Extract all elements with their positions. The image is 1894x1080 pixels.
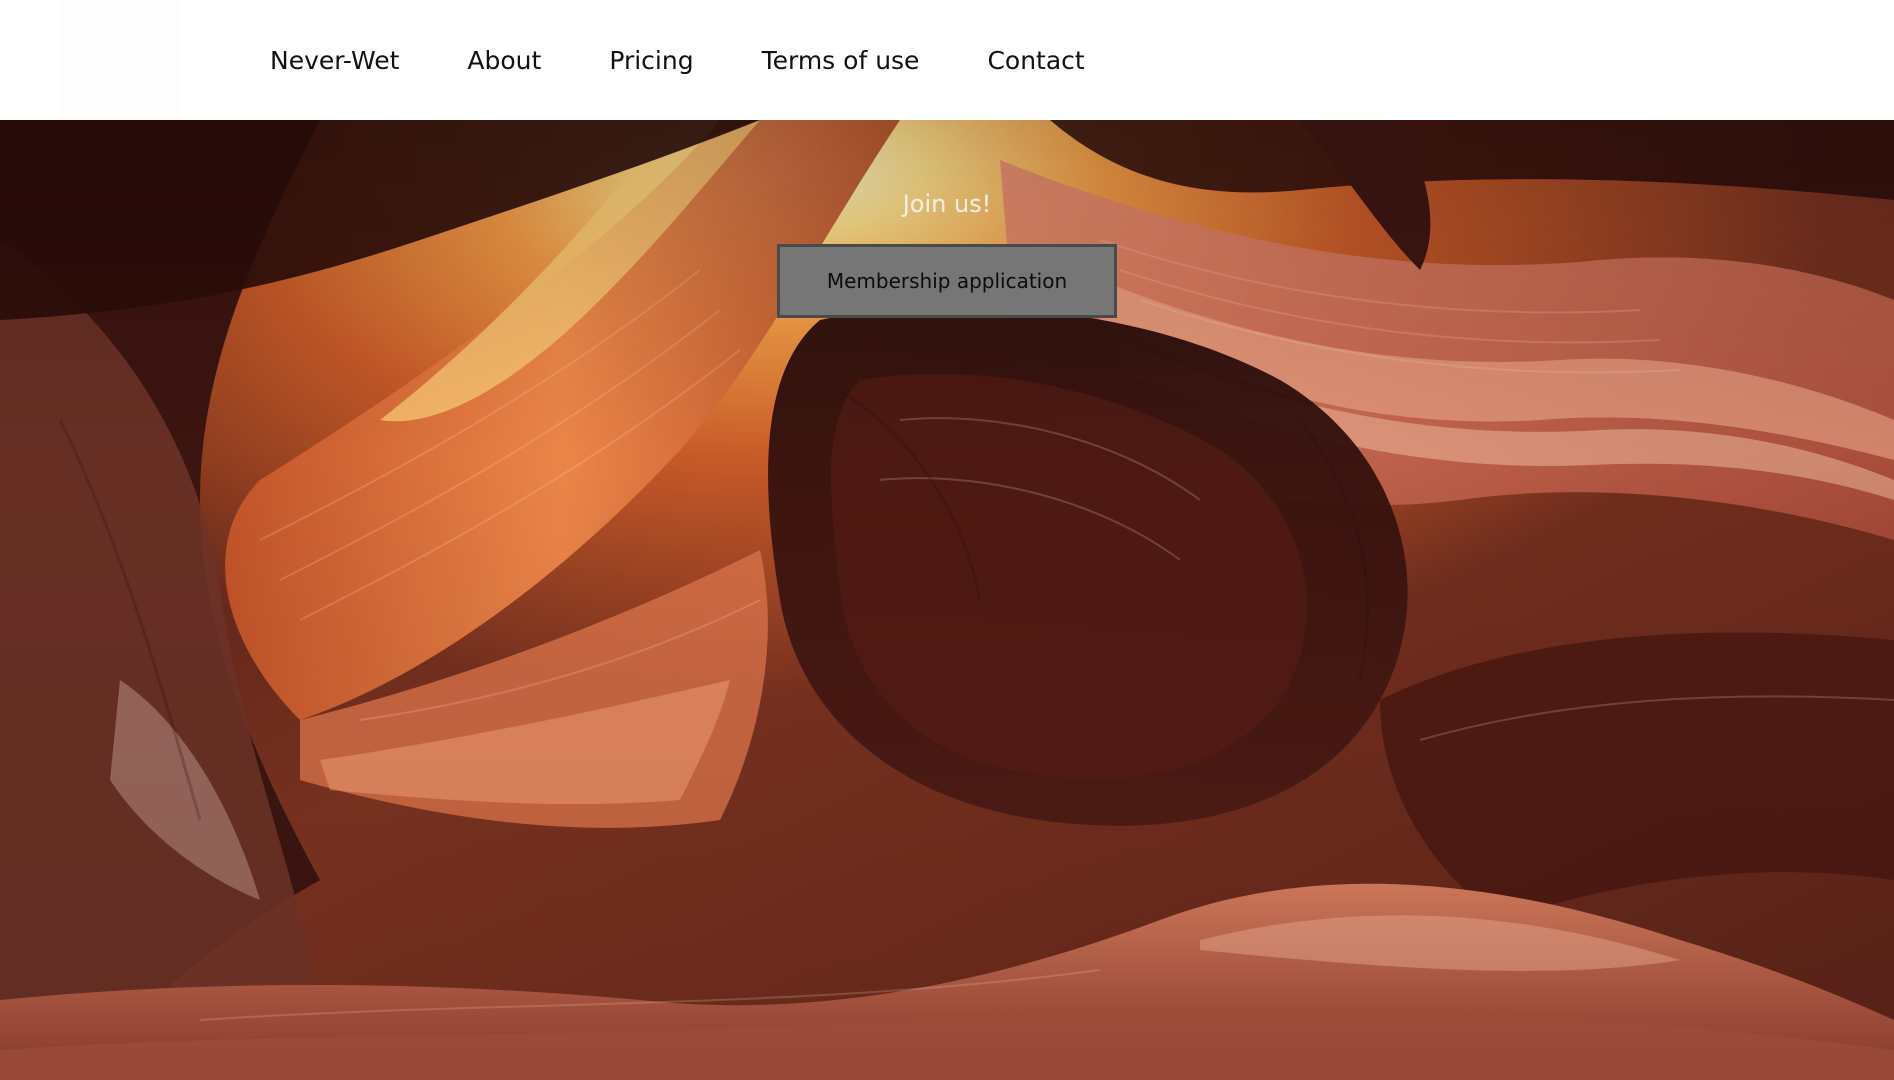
hero-section: Join us! Membership application [0, 120, 1894, 1080]
logo[interactable] [60, 0, 180, 120]
join-us-heading: Join us! [902, 190, 992, 218]
nav-link-about[interactable]: About [467, 46, 541, 75]
membership-application-button[interactable]: Membership application [777, 244, 1117, 318]
nav-link-pricing[interactable]: Pricing [609, 46, 693, 75]
page: Never-Wet About Pricing Terms of use Con… [0, 0, 1894, 1080]
main-nav: Never-Wet About Pricing Terms of use Con… [270, 0, 1085, 120]
nav-link-terms-of-use[interactable]: Terms of use [762, 46, 920, 75]
nav-link-never-wet[interactable]: Never-Wet [270, 46, 399, 75]
nav-link-contact[interactable]: Contact [987, 46, 1084, 75]
site-header: Never-Wet About Pricing Terms of use Con… [0, 0, 1894, 120]
